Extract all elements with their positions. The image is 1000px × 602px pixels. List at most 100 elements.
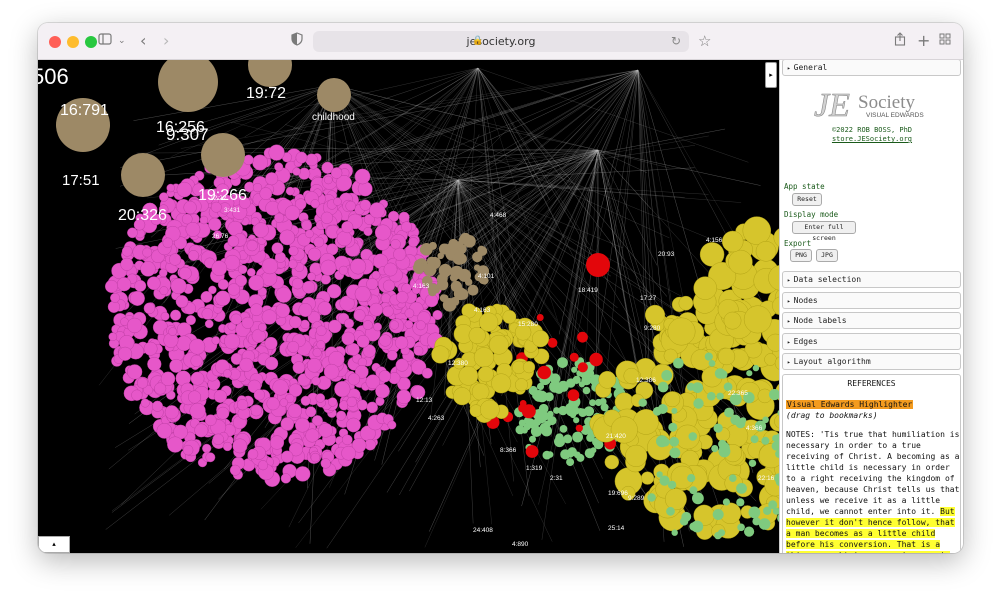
graph-node[interactable] xyxy=(291,277,304,290)
graph-node[interactable] xyxy=(143,341,158,356)
big-node-label[interactable]: 506 xyxy=(38,64,69,89)
graph-node[interactable] xyxy=(758,518,771,530)
big-node-label[interactable]: 20:326 xyxy=(118,207,167,224)
graph-node[interactable] xyxy=(515,425,525,435)
graph-node[interactable] xyxy=(350,258,367,275)
graph-node[interactable] xyxy=(750,435,759,444)
graph-node[interactable] xyxy=(248,274,265,291)
forward-icon[interactable]: › xyxy=(163,32,169,50)
graph-node[interactable] xyxy=(748,459,757,467)
graph-node[interactable] xyxy=(572,431,583,443)
node-label[interactable]: 4:468 xyxy=(490,212,507,219)
graph-node[interactable] xyxy=(164,405,179,420)
graph-node[interactable] xyxy=(536,314,544,321)
graph-node[interactable] xyxy=(266,397,280,411)
graph-node[interactable] xyxy=(129,290,145,306)
graph-node[interactable] xyxy=(211,260,228,276)
graph-node[interactable] xyxy=(719,370,728,379)
node-label[interactable]: 4:163 xyxy=(474,307,491,314)
graph-node[interactable] xyxy=(247,448,259,460)
graph-node[interactable] xyxy=(298,303,313,317)
graph-node[interactable] xyxy=(717,529,726,537)
big-node-label[interactable]: 16:791 xyxy=(60,102,109,119)
graph-node[interactable] xyxy=(344,318,354,329)
graph-node[interactable] xyxy=(681,511,692,522)
graph-node[interactable] xyxy=(746,370,753,377)
node-label[interactable]: 22:365 xyxy=(728,390,748,397)
graph-node[interactable] xyxy=(354,168,371,185)
node-label[interactable]: 4:263 xyxy=(428,415,445,422)
graph-node[interactable] xyxy=(748,506,761,519)
graph-node[interactable] xyxy=(217,278,229,290)
graph-node[interactable] xyxy=(162,237,174,249)
graph-node[interactable] xyxy=(202,443,212,454)
graph-node[interactable] xyxy=(736,498,745,507)
graph-node[interactable] xyxy=(761,436,770,445)
graph-node[interactable] xyxy=(169,358,184,373)
node-label[interactable]: 1:319 xyxy=(526,465,543,472)
section-node-labels[interactable]: ▸ Node labels xyxy=(782,312,961,329)
graph-node[interactable] xyxy=(292,361,306,374)
graph-node[interactable] xyxy=(576,453,585,462)
graph-node[interactable] xyxy=(336,230,352,247)
big-node-label[interactable]: 19:72 xyxy=(246,85,286,102)
graph-node[interactable] xyxy=(426,256,436,266)
graph-node[interactable] xyxy=(763,506,772,515)
reset-button[interactable]: Reset xyxy=(792,193,822,206)
graph-node[interactable] xyxy=(338,265,349,276)
graph-node[interactable] xyxy=(190,371,205,386)
graph-node[interactable] xyxy=(189,338,206,355)
graph-node[interactable] xyxy=(108,332,118,342)
graph-node[interactable] xyxy=(341,331,355,346)
graph-node[interactable] xyxy=(280,417,295,431)
graph-node[interactable] xyxy=(189,402,206,420)
graph-node[interactable] xyxy=(442,298,457,312)
node-label[interactable]: 22:16 xyxy=(758,475,775,482)
graph-node[interactable] xyxy=(268,144,285,161)
graph-node[interactable] xyxy=(692,493,701,502)
graph-node[interactable] xyxy=(271,242,284,255)
graph-node[interactable] xyxy=(285,186,295,196)
graph-node[interactable] xyxy=(307,272,316,281)
graph-node[interactable] xyxy=(230,313,242,325)
graph-node[interactable] xyxy=(541,425,552,437)
network-graph-canvas[interactable]: 506 16:791 19:72 16:256 9:307 17:51 19:266 20:3… xyxy=(38,60,779,553)
hub-node[interactable] xyxy=(158,60,218,112)
graph-node[interactable] xyxy=(515,378,529,392)
graph-node[interactable] xyxy=(320,211,334,224)
graph-node[interactable] xyxy=(212,433,224,445)
graph-node[interactable] xyxy=(652,406,662,416)
graph-node[interactable] xyxy=(305,229,314,239)
fullscreen-button[interactable]: Enter full screen xyxy=(792,221,856,242)
node-label[interactable]: 26:76 xyxy=(212,233,229,240)
graph-node[interactable] xyxy=(575,424,583,432)
graph-node[interactable] xyxy=(415,320,426,331)
graph-node[interactable] xyxy=(532,330,550,348)
graph-node[interactable] xyxy=(356,399,368,411)
graph-node[interactable] xyxy=(669,447,681,459)
node-label[interactable]: 20:93 xyxy=(658,251,675,258)
graph-node[interactable] xyxy=(396,291,409,304)
node-label[interactable]: 4:366 xyxy=(746,425,763,432)
graph-node[interactable] xyxy=(525,418,535,427)
graph-node[interactable] xyxy=(333,197,342,206)
node-label[interactable]: 2:31 xyxy=(550,475,563,482)
graph-node[interactable] xyxy=(717,347,736,366)
graph-node[interactable] xyxy=(166,183,175,193)
node-label[interactable]: 8:366 xyxy=(500,447,517,454)
graph-node[interactable] xyxy=(275,303,291,318)
graph-node[interactable] xyxy=(544,392,554,402)
graph-node[interactable] xyxy=(346,417,361,433)
graph-node[interactable] xyxy=(341,434,353,446)
graph-node[interactable] xyxy=(170,309,182,321)
graph-node[interactable] xyxy=(160,311,170,321)
graph-node[interactable] xyxy=(300,395,311,406)
graph-node[interactable] xyxy=(668,422,678,432)
graph-node[interactable] xyxy=(716,392,724,400)
graph-node[interactable] xyxy=(259,187,273,200)
graph-node[interactable] xyxy=(453,387,472,406)
big-node-label[interactable]: 9:307 xyxy=(166,125,209,144)
graph-node[interactable] xyxy=(468,327,486,345)
graph-node[interactable] xyxy=(566,378,576,388)
graph-node[interactable] xyxy=(176,335,192,352)
